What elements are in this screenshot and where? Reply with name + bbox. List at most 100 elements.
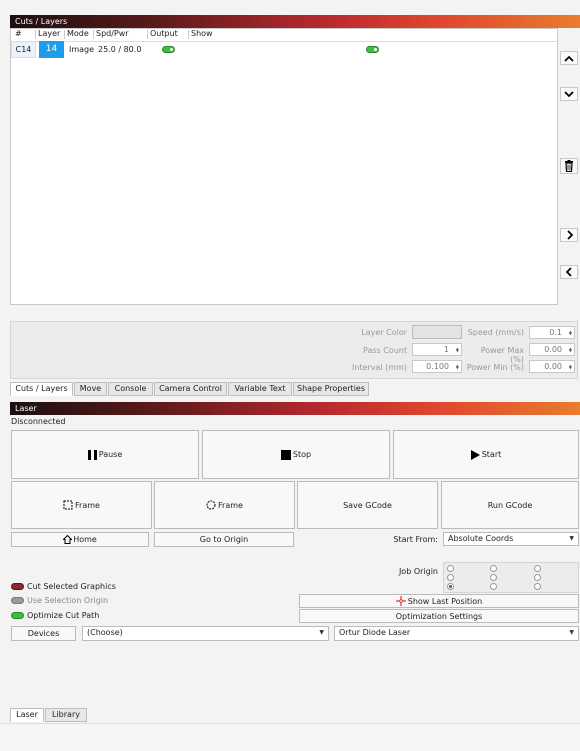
frame-circle-icon (206, 500, 216, 510)
port-select[interactable]: (Choose) ▼ (82, 626, 329, 641)
job-origin-grid (443, 562, 579, 593)
use-selection-origin-toggle[interactable] (11, 597, 24, 604)
pause-label: Pause (98, 450, 123, 459)
row-layer-color[interactable]: 14 (39, 41, 64, 58)
connection-status: Disconnected (11, 417, 66, 426)
origin-middle-left-radio[interactable] (447, 574, 454, 581)
speed-label: Speed (mm/s) (467, 328, 524, 337)
devices-label: Devices (27, 629, 60, 638)
tab-camera-control[interactable]: Camera Control (154, 382, 227, 396)
job-origin-label: Job Origin (398, 567, 438, 576)
stop-label: Stop (292, 450, 312, 459)
origin-bottom-center-radio[interactable] (490, 583, 497, 590)
show-toggle[interactable] (366, 46, 379, 53)
layer-settings: Layer Color Speed (mm/s) 0.1 Pass Count … (10, 321, 578, 379)
optimize-cut-path-toggle[interactable] (11, 612, 24, 619)
power-max-label: Power Max (%) (480, 346, 524, 364)
crosshair-icon (395, 596, 406, 606)
layer-color-swatch[interactable] (412, 325, 462, 339)
cuts-layers-title: Cuts / Layers (15, 17, 68, 26)
col-num: # (15, 29, 22, 38)
origin-top-left-radio[interactable] (447, 565, 454, 572)
save-gcode-label: Save GCode (343, 500, 392, 510)
origin-bottom-left-radio[interactable] (447, 583, 454, 590)
col-spd-pwr: Spd/Pwr (96, 29, 129, 38)
delete-layer-button[interactable] (560, 158, 578, 174)
status-bar (0, 723, 580, 751)
run-gcode-button[interactable]: Run GCode (441, 481, 579, 529)
power-max-input[interactable]: 0.00 (529, 343, 575, 356)
layer-color-label: Layer Color (361, 328, 407, 337)
chevron-right-icon (566, 230, 573, 240)
origin-top-center-radio[interactable] (490, 565, 497, 572)
pause-icon (87, 449, 97, 460)
go-to-origin-label: Go to Origin (199, 535, 249, 544)
cuts-layers-titlebar: Cuts / Layers (10, 15, 580, 28)
col-show: Show (191, 29, 213, 38)
go-to-origin-button[interactable]: Go to Origin (154, 532, 294, 547)
start-label: Start (481, 450, 502, 459)
chevron-up-icon (564, 55, 574, 62)
interval-label: Interval (mm) (351, 363, 407, 372)
col-mode: Mode (67, 29, 89, 38)
chevron-left-icon (565, 267, 572, 277)
tab-variable-text[interactable]: Variable Text (228, 382, 292, 396)
tab-move[interactable]: Move (74, 382, 107, 396)
row-mode: Image (69, 45, 95, 54)
pass-count-label: Pass Count (362, 346, 407, 355)
power-min-label: Power Min (%) (466, 363, 524, 372)
tab-cuts-layers[interactable]: Cuts / Layers (10, 382, 73, 396)
move-layer-up-button[interactable] (560, 51, 578, 65)
frame-round-button[interactable]: Frame (154, 481, 295, 529)
optimization-settings-button[interactable]: Optimization Settings (299, 609, 579, 623)
frame-rect-button[interactable]: Frame (11, 481, 152, 529)
show-last-position-label: Show Last Position (407, 596, 483, 606)
chevron-down-icon: ▼ (569, 535, 574, 542)
tab-library[interactable]: Library (45, 708, 87, 722)
cut-selected-label: Cut Selected Graphics (27, 582, 116, 591)
output-toggle[interactable] (162, 46, 175, 53)
bottom-tab-bar: Laser Library (10, 707, 578, 722)
port-select-value: (Choose) (87, 628, 123, 637)
move-layer-down-button[interactable] (560, 87, 578, 101)
tab-shape-properties[interactable]: Shape Properties (293, 382, 369, 396)
power-min-input[interactable]: 0.00 (529, 360, 575, 373)
col-layer: Layer (38, 29, 61, 38)
start-button[interactable]: Start (393, 430, 579, 479)
cut-selected-toggle[interactable] (11, 583, 24, 590)
trash-icon (565, 160, 573, 172)
pause-button[interactable]: Pause (11, 430, 199, 479)
device-select[interactable]: Ortur Diode Laser ▼ (334, 626, 579, 641)
table-row[interactable]: C14 14 Image 25.0 / 80.0 (11, 41, 557, 58)
collapse-left-button[interactable] (560, 265, 578, 279)
interval-input[interactable]: 0.100 (412, 360, 462, 373)
frame-rect-icon (63, 500, 73, 510)
start-from-select[interactable]: Absolute Coords ▼ (443, 532, 579, 546)
laser-titlebar: Laser (10, 402, 580, 415)
run-gcode-label: Run GCode (487, 500, 533, 510)
chevron-down-icon (564, 90, 574, 97)
home-icon (63, 535, 73, 544)
devices-button[interactable]: Devices (11, 626, 76, 641)
row-id: C14 (11, 41, 36, 58)
start-from-value: Absolute Coords (448, 534, 514, 543)
origin-middle-right-radio[interactable] (534, 574, 541, 581)
tab-console[interactable]: Console (108, 382, 153, 396)
pass-count-input[interactable]: 1 (412, 343, 462, 356)
origin-top-right-radio[interactable] (534, 565, 541, 572)
show-last-position-button[interactable]: Show Last Position (299, 594, 579, 608)
save-gcode-button[interactable]: Save GCode (297, 481, 438, 529)
stop-button[interactable]: Stop (202, 430, 390, 479)
tab-laser[interactable]: Laser (10, 708, 44, 722)
row-spd-pwr: 25.0 / 80.0 (98, 45, 142, 54)
cuts-layers-table: # Layer Mode Spd/Pwr Output Show C14 14 … (10, 28, 558, 305)
origin-center-radio[interactable] (490, 574, 497, 581)
optimize-cut-path-label: Optimize Cut Path (27, 611, 100, 620)
start-from-label: Start From: (393, 535, 438, 544)
laser-title: Laser (15, 404, 37, 413)
play-icon (470, 449, 480, 460)
expand-right-button[interactable] (560, 228, 578, 242)
home-button[interactable]: Home (11, 532, 149, 547)
speed-input[interactable]: 0.1 (529, 326, 575, 339)
origin-bottom-right-radio[interactable] (534, 583, 541, 590)
